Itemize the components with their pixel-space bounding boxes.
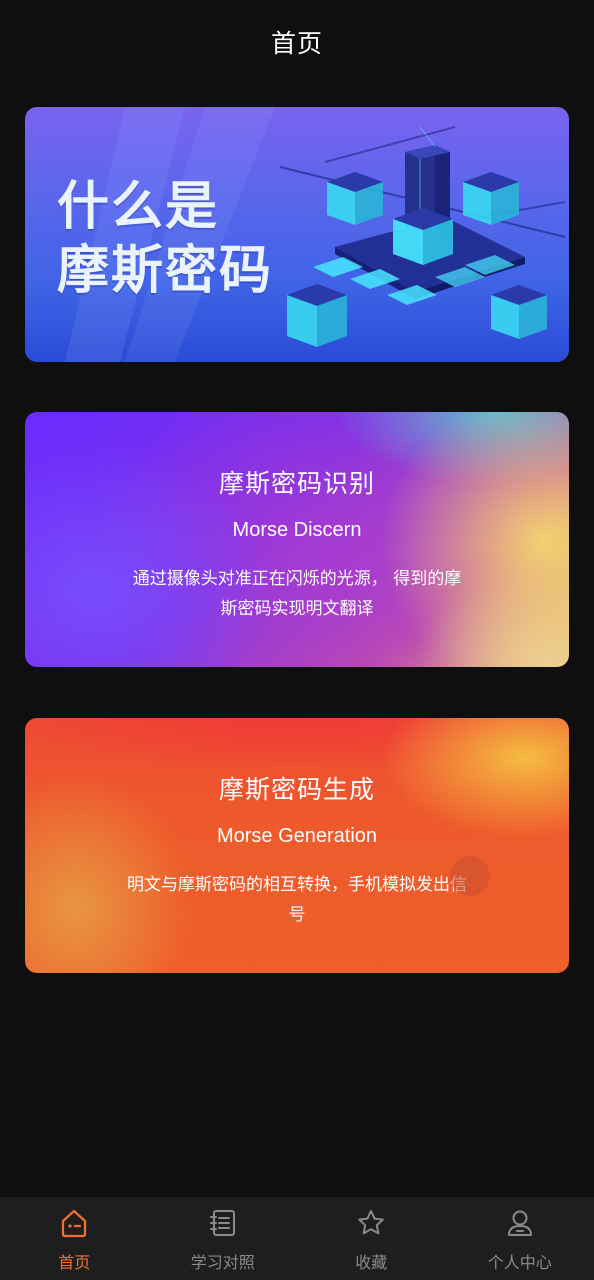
banner-title-line1: 什么是 bbox=[57, 177, 220, 237]
home-page: 首页 什么是 摩斯密码 摩斯密码识别 Morse Discern 通过摄像头对准… bbox=[0, 0, 594, 1280]
tab-label: 个人中心 bbox=[487, 1253, 552, 1272]
tab-home[interactable]: 首页 bbox=[0, 1197, 149, 1280]
user-icon bbox=[507, 1210, 532, 1236]
tab-label: 收藏 bbox=[355, 1253, 388, 1272]
card-description: 通过摄像头对准正在闪烁的光源， 得到的摩斯密码实现明文翻译 bbox=[132, 569, 462, 619]
touch-indicator bbox=[450, 856, 490, 896]
notebook-icon bbox=[209, 1210, 235, 1236]
card-subtitle: Morse Generation bbox=[216, 825, 378, 847]
morse-discern-card[interactable]: 摩斯密码识别 Morse Discern 通过摄像头对准正在闪烁的光源， 得到的… bbox=[25, 412, 569, 667]
bottom-tab-bar: 首页 学习对照 收藏 个人中心 bbox=[0, 1197, 594, 1280]
top-bar: 首页 bbox=[0, 0, 594, 84]
morse-generation-card[interactable]: 摩斯密码生成 Morse Generation 明文与摩斯密码的相互转换，手机模… bbox=[25, 718, 569, 973]
tab-label: 学习对照 bbox=[190, 1253, 255, 1272]
banner-title-line2: 摩斯密码 bbox=[57, 241, 274, 301]
tab-favorites[interactable]: 收藏 bbox=[297, 1197, 446, 1280]
star-icon bbox=[358, 1210, 385, 1235]
home-icon bbox=[62, 1209, 87, 1238]
tab-label: 首页 bbox=[58, 1253, 91, 1272]
what-is-morse-banner[interactable]: 什么是 摩斯密码 bbox=[25, 107, 569, 362]
card-title: 摩斯密码识别 bbox=[218, 469, 375, 498]
card-title: 摩斯密码生成 bbox=[218, 775, 375, 804]
tab-profile[interactable]: 个人中心 bbox=[446, 1197, 594, 1280]
tab-study-reference[interactable]: 学习对照 bbox=[149, 1197, 298, 1280]
card-subtitle: Morse Discern bbox=[232, 519, 362, 541]
card-description: 明文与摩斯密码的相互转换，手机模拟发出信号 bbox=[127, 875, 467, 925]
page-title: 首页 bbox=[270, 29, 323, 58]
